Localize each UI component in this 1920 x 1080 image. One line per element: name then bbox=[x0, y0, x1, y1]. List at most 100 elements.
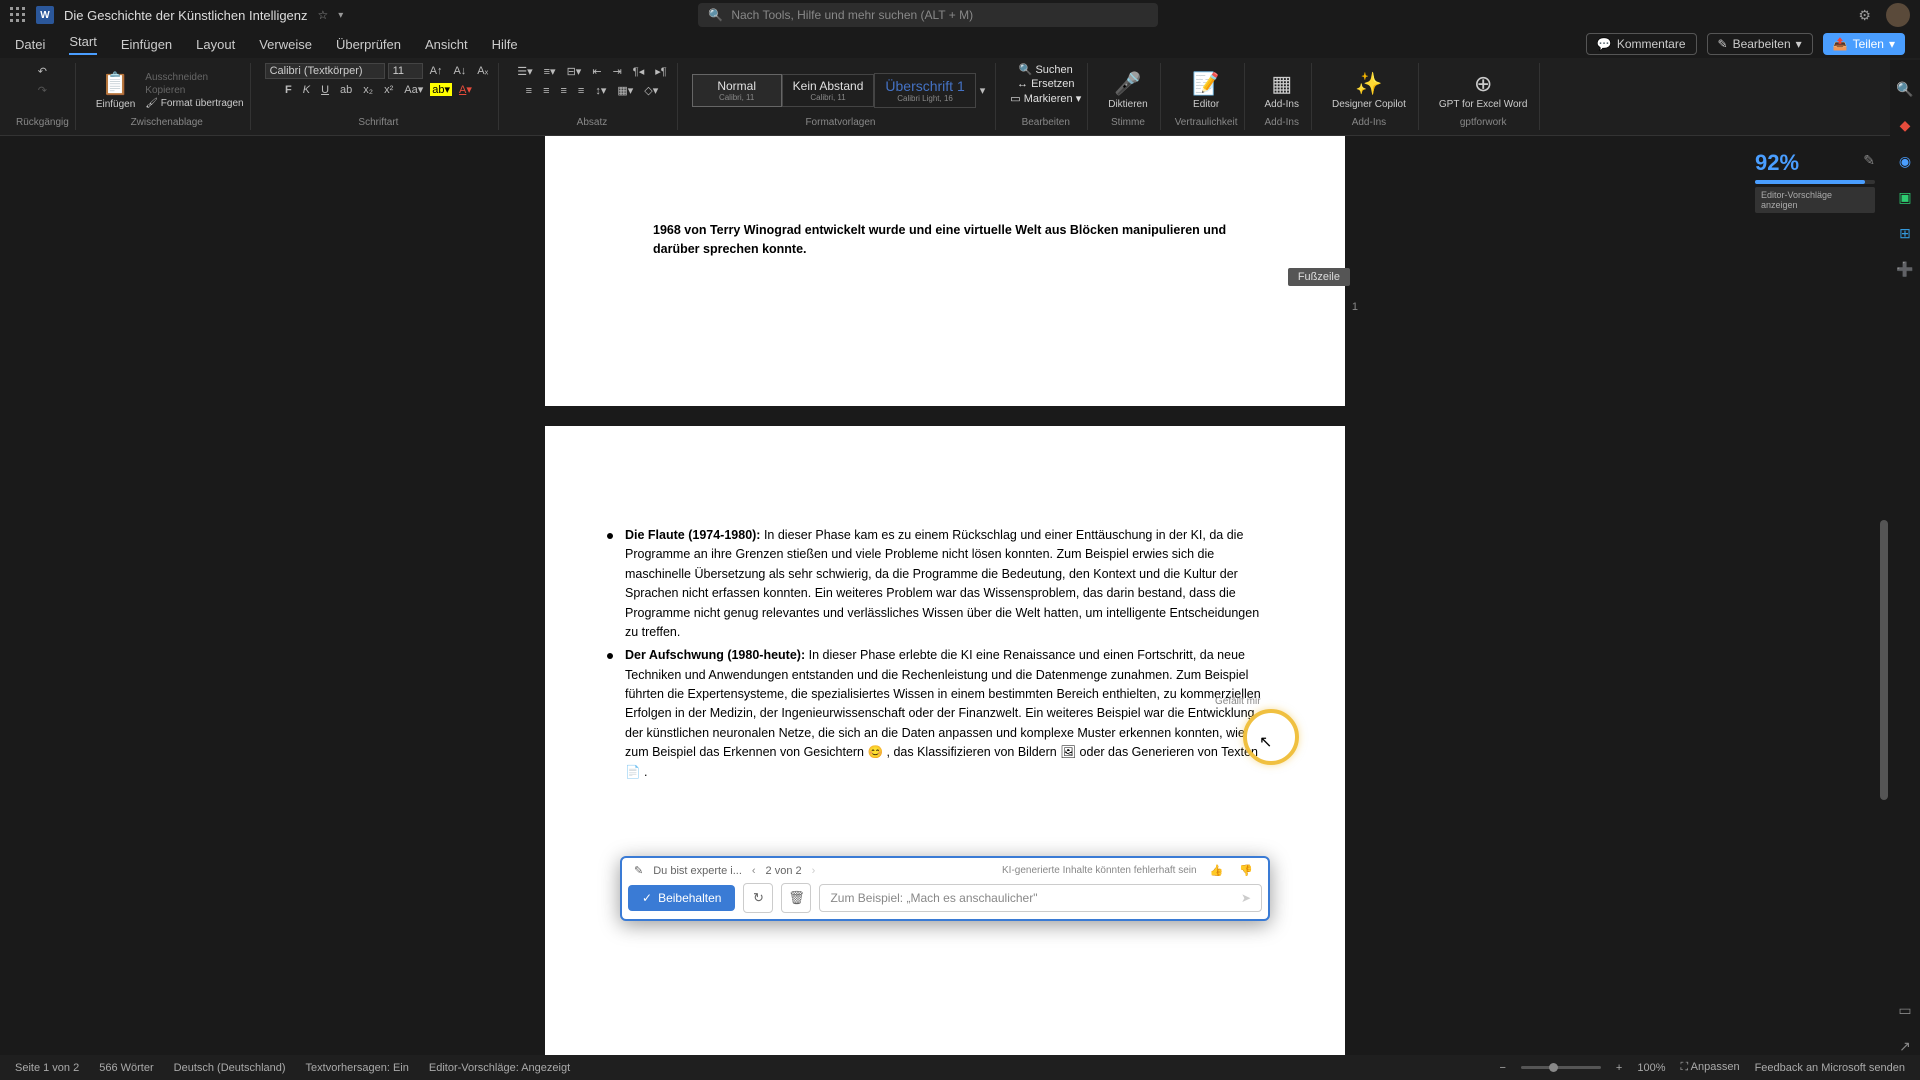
numbering-icon[interactable]: ≡▾ bbox=[540, 63, 560, 80]
editor-button[interactable]: 📝Editor bbox=[1186, 69, 1225, 112]
replace-button[interactable]: ↔ Ersetzen bbox=[1017, 78, 1074, 90]
search-rail-icon[interactable]: 🔍 bbox=[1896, 80, 1914, 98]
find-button[interactable]: 🔍 Suchen bbox=[1019, 63, 1073, 76]
status-page[interactable]: Seite 1 von 2 bbox=[15, 1062, 79, 1074]
send-icon[interactable]: ➤ bbox=[1241, 891, 1251, 905]
undo-icon[interactable]: ↶ bbox=[34, 63, 51, 80]
editor-sub[interactable]: Editor-Vorschläge anzeigen bbox=[1755, 187, 1875, 213]
regenerate-icon[interactable]: ↻ bbox=[743, 883, 773, 913]
font-color-icon[interactable]: A▾ bbox=[455, 81, 476, 98]
zoom-value[interactable]: 100% bbox=[1637, 1062, 1665, 1074]
italic-icon[interactable]: K bbox=[299, 82, 314, 98]
thumbs-up-icon[interactable]: 👍 bbox=[1207, 864, 1227, 877]
indent-inc-icon[interactable]: ⇥ bbox=[609, 63, 626, 80]
fit-button[interactable]: ⛶ Anpassen bbox=[1680, 1061, 1739, 1074]
designer-button[interactable]: ✨Designer Copilot bbox=[1326, 69, 1412, 112]
tab-verweise[interactable]: Verweise bbox=[259, 37, 312, 52]
shading-icon[interactable]: ◇▾ bbox=[640, 82, 662, 99]
search-input[interactable]: 🔍 Nach Tools, Hilfe und mehr suchen (ALT… bbox=[698, 3, 1158, 27]
keep-button[interactable]: ✓ Beibehalten bbox=[628, 885, 735, 911]
format-painter[interactable]: 🖌 Format übertragen bbox=[145, 98, 243, 109]
select-button[interactable]: ▭ Markieren ▾ bbox=[1010, 92, 1081, 105]
paste-button[interactable]: 📋Einfügen bbox=[90, 69, 141, 112]
rail-icon-4[interactable]: ▣ bbox=[1896, 188, 1914, 206]
addins-button[interactable]: ▦Add-Ins bbox=[1259, 69, 1305, 112]
align-right-icon[interactable]: ≡ bbox=[556, 83, 570, 99]
status-words[interactable]: 566 Wörter bbox=[99, 1062, 153, 1074]
rail-icon-5[interactable]: ⊞ bbox=[1896, 224, 1914, 242]
star-icon[interactable]: ☆ bbox=[318, 8, 329, 22]
bold-icon[interactable]: F bbox=[281, 82, 296, 98]
tab-uberprufen[interactable]: Überprüfen bbox=[336, 37, 401, 52]
redo-icon[interactable]: ↷ bbox=[34, 82, 51, 99]
thumbs-down-icon[interactable]: 👎 bbox=[1236, 864, 1256, 877]
rail-icon-bottom2[interactable]: ↗ bbox=[1896, 1037, 1914, 1055]
footer-badge[interactable]: Fußzeile bbox=[1288, 268, 1350, 286]
nav-next-icon[interactable]: › bbox=[812, 865, 816, 877]
align-center-icon[interactable]: ≡ bbox=[539, 83, 553, 99]
document-title[interactable]: Die Geschichte der Künstlichen Intellige… bbox=[64, 8, 308, 23]
bullets-icon[interactable]: ☰▾ bbox=[513, 63, 536, 80]
avatar[interactable] bbox=[1886, 3, 1910, 27]
status-sugg[interactable]: Editor-Vorschläge: Angezeigt bbox=[429, 1062, 570, 1074]
subscript-icon[interactable]: x₂ bbox=[359, 82, 377, 98]
share-button[interactable]: 📤 Teilen ▾ bbox=[1823, 33, 1905, 55]
page-1[interactable]: 1968 von Terry Winograd entwickelt wurde… bbox=[545, 136, 1345, 406]
tab-einfugen[interactable]: Einfügen bbox=[121, 37, 172, 52]
tab-layout[interactable]: Layout bbox=[196, 37, 235, 52]
align-left-icon[interactable]: ≡ bbox=[522, 83, 536, 99]
ltr-icon[interactable]: ¶◂ bbox=[629, 63, 648, 80]
scroll-thumb[interactable] bbox=[1880, 520, 1888, 800]
multilevel-icon[interactable]: ⊟▾ bbox=[563, 63, 586, 80]
strike-icon[interactable]: ab bbox=[336, 82, 356, 98]
styles-more-icon[interactable]: ▾ bbox=[976, 82, 990, 99]
cut-button[interactable]: Ausschneiden bbox=[145, 72, 243, 83]
status-pred[interactable]: Textvorhersagen: Ein bbox=[306, 1062, 409, 1074]
gear-icon[interactable]: ⚙ bbox=[1858, 7, 1871, 24]
prompt-input[interactable]: Zum Beispiel: „Mach es anschaulicher" ➤ bbox=[819, 884, 1262, 912]
rail-icon-6[interactable]: ➕ bbox=[1896, 260, 1914, 278]
justify-icon[interactable]: ≡ bbox=[574, 83, 588, 99]
superscript-icon[interactable]: x² bbox=[380, 82, 397, 98]
nav-prev-icon[interactable]: ‹ bbox=[752, 865, 756, 877]
scrollbar[interactable] bbox=[1878, 140, 1888, 1050]
dictate-button[interactable]: 🎤Diktieren bbox=[1102, 69, 1153, 112]
style-heading1[interactable]: Überschrift 1Calibri Light, 16 bbox=[874, 73, 975, 108]
feedback-link[interactable]: Feedback an Microsoft senden bbox=[1755, 1062, 1905, 1074]
delete-icon[interactable]: 🗑 bbox=[781, 883, 811, 913]
case-icon[interactable]: Aa▾ bbox=[400, 81, 427, 98]
app-launcher-icon[interactable] bbox=[10, 7, 26, 23]
tab-hilfe[interactable]: Hilfe bbox=[492, 37, 518, 52]
zoom-in-icon[interactable]: + bbox=[1616, 1062, 1622, 1074]
zoom-out-icon[interactable]: − bbox=[1499, 1062, 1505, 1074]
font-select[interactable] bbox=[265, 63, 385, 79]
copy-button[interactable]: Kopieren bbox=[145, 85, 243, 96]
highlight-icon[interactable]: ab▾ bbox=[430, 83, 452, 96]
zoom-slider[interactable] bbox=[1521, 1066, 1601, 1069]
edit-button[interactable]: ✎ Bearbeiten ▾ bbox=[1707, 33, 1813, 55]
size-select[interactable] bbox=[388, 63, 423, 79]
style-normal[interactable]: NormalCalibri, 11 bbox=[692, 74, 782, 107]
borders-icon[interactable]: ▦▾ bbox=[613, 82, 637, 99]
style-no-spacing[interactable]: Kein AbstandCalibri, 11 bbox=[782, 74, 875, 107]
underline-icon[interactable]: U bbox=[317, 82, 333, 98]
tab-ansicht[interactable]: Ansicht bbox=[425, 37, 468, 52]
editor-score-widget[interactable]: 92% ✎ Editor-Vorschläge anzeigen bbox=[1755, 150, 1875, 213]
copilot-context[interactable]: Du bist experte i... bbox=[653, 865, 742, 877]
tab-datei[interactable]: Datei bbox=[15, 37, 45, 52]
comments-button[interactable]: 💬 Kommentare bbox=[1586, 33, 1697, 55]
clear-format-icon[interactable]: Aₓ bbox=[473, 63, 492, 79]
line-spacing-icon[interactable]: ↕▾ bbox=[591, 82, 610, 99]
status-lang[interactable]: Deutsch (Deutschland) bbox=[174, 1062, 286, 1074]
page-2[interactable]: Die Flaute (1974-1980): In dieser Phase … bbox=[545, 426, 1345, 1055]
rtl-icon[interactable]: ▸¶ bbox=[651, 63, 670, 80]
grow-font-icon[interactable]: A↑ bbox=[426, 63, 447, 79]
rail-icon-3[interactable]: ◉ bbox=[1896, 152, 1914, 170]
shrink-font-icon[interactable]: A↓ bbox=[449, 63, 470, 79]
tab-start[interactable]: Start bbox=[69, 34, 96, 55]
gpt-button[interactable]: ⊕GPT for Excel Word bbox=[1433, 69, 1534, 112]
copilot-rail-icon[interactable]: ◆ bbox=[1896, 116, 1914, 134]
chevron-down-icon[interactable]: ▾ bbox=[338, 10, 343, 21]
indent-dec-icon[interactable]: ⇤ bbox=[588, 63, 605, 80]
rail-icon-bottom1[interactable]: ▭ bbox=[1896, 1001, 1914, 1019]
